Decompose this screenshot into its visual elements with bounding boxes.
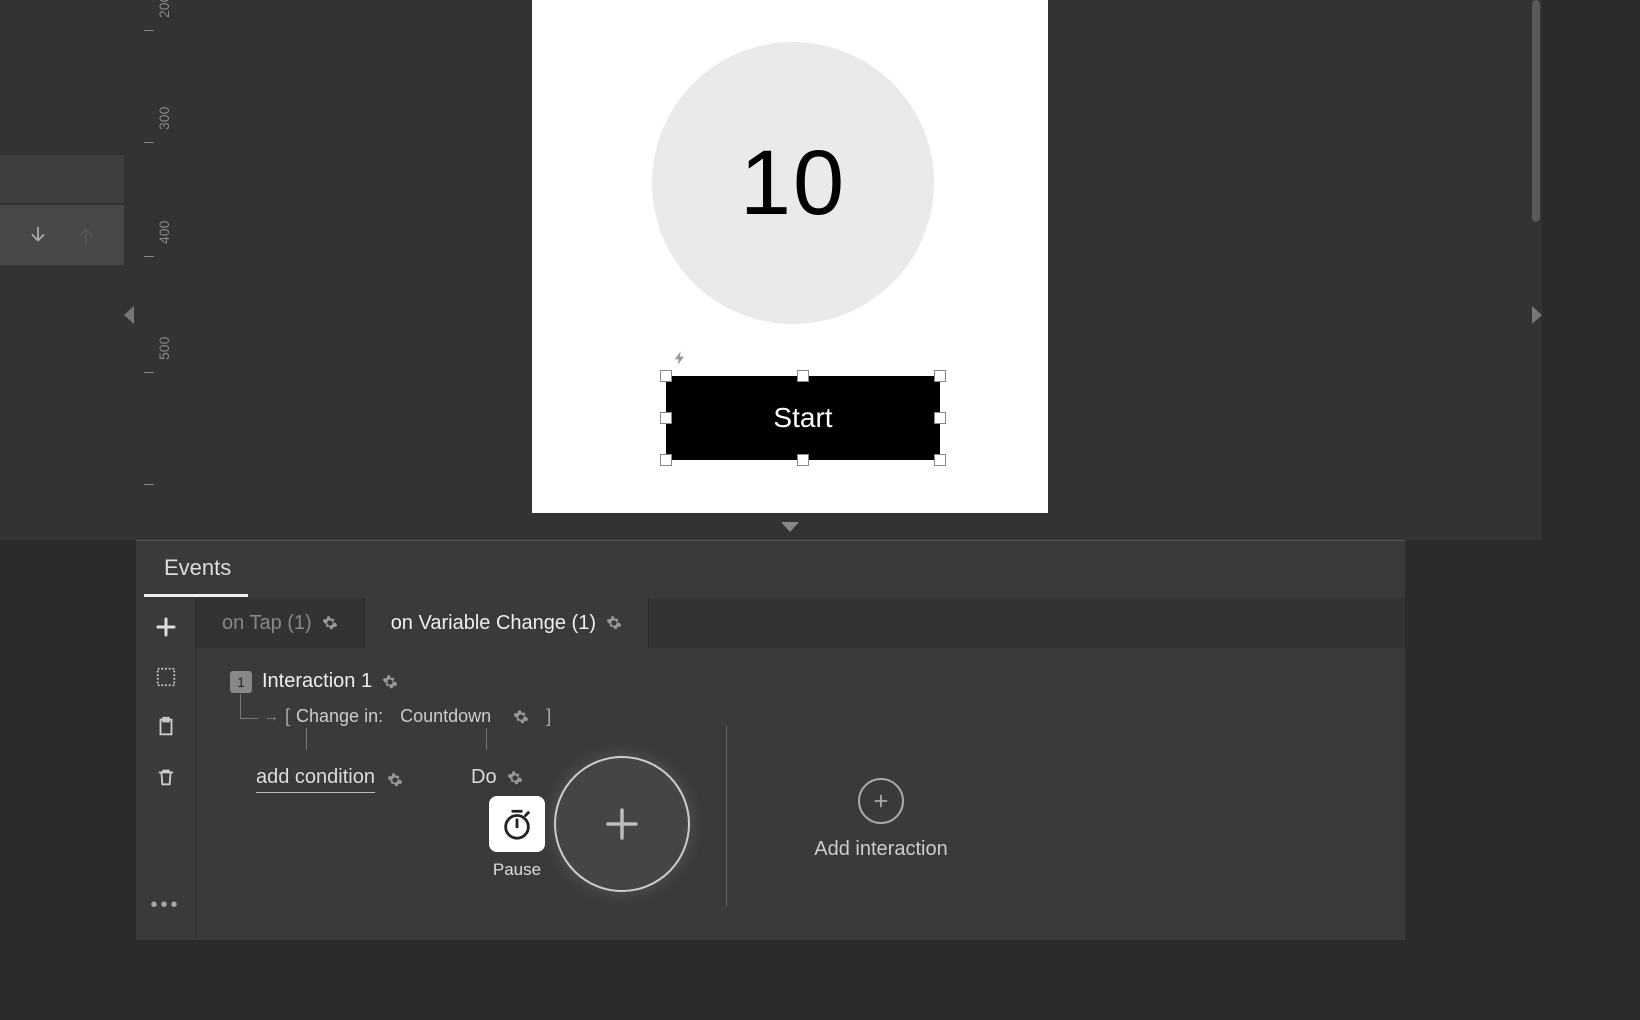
- workarea-divider: [726, 726, 727, 906]
- tree-line: [240, 718, 258, 719]
- selection-handle[interactable]: [934, 412, 946, 424]
- action-pause[interactable]: Pause: [486, 796, 548, 880]
- interaction-name: Interaction 1: [262, 670, 372, 693]
- start-button-selection[interactable]: Start: [666, 376, 940, 460]
- events-panel-header[interactable]: Events: [136, 540, 1405, 594]
- canvas-nav-left-icon[interactable]: [124, 306, 134, 324]
- start-button-label: Start: [773, 402, 832, 434]
- canvas-nav-down-icon[interactable]: [781, 522, 799, 532]
- add-interaction-label: Add interaction: [771, 838, 991, 861]
- events-tab-underline: [144, 594, 248, 597]
- selection-handle[interactable]: [797, 454, 809, 466]
- ruler-tick: [144, 30, 154, 31]
- event-tabs: on Tap (1) on Variable Change (1): [196, 598, 1405, 648]
- sidebar-row-active[interactable]: [0, 155, 124, 203]
- ruler-vertical: 200 300 400 500: [130, 0, 170, 520]
- ruler-tick: [144, 372, 154, 373]
- ruler-tick-label: 300: [156, 107, 172, 130]
- layout-icon[interactable]: [153, 664, 179, 690]
- selection-handle[interactable]: [797, 370, 809, 382]
- selection-handle[interactable]: [934, 370, 946, 382]
- gear-icon[interactable]: [606, 615, 622, 631]
- counter-circle[interactable]: 10: [652, 42, 934, 324]
- ruler-tick: [144, 484, 154, 485]
- interaction-bolt-icon: [672, 348, 688, 374]
- ruler-tick-label: 400: [156, 221, 172, 244]
- sidebar-arrows-row: [0, 205, 124, 265]
- events-panel: Events ••• on Tap (1) on Variable Change…: [136, 540, 1405, 940]
- tree-line: [306, 728, 307, 750]
- gear-icon[interactable]: [387, 772, 403, 788]
- tree-line: [486, 728, 487, 750]
- action-pause-label: Pause: [486, 860, 548, 880]
- tab-label: on Variable Change (1): [391, 612, 596, 635]
- selection-handle[interactable]: [660, 370, 672, 382]
- do-label: Do: [471, 766, 497, 789]
- plus-circle-icon: [858, 778, 904, 824]
- ruler-tick-label: 200: [156, 0, 172, 18]
- ruler-tick: [144, 256, 154, 257]
- gear-icon[interactable]: [322, 615, 338, 631]
- bracket: ]: [546, 706, 551, 727]
- tree-line: [240, 694, 241, 718]
- add-condition-button[interactable]: add condition: [256, 766, 403, 793]
- gear-icon[interactable]: [382, 674, 398, 690]
- ruler-tick-label: 500: [156, 337, 172, 360]
- selection-handle[interactable]: [934, 454, 946, 466]
- plus-icon: [601, 803, 643, 845]
- gear-icon[interactable]: [513, 709, 529, 725]
- do-label-group: Do: [471, 766, 523, 789]
- interaction-number-badge: 1: [230, 671, 252, 693]
- arrow-down-icon[interactable]: [27, 224, 49, 246]
- counter-value: 10: [740, 131, 846, 236]
- selection-handle[interactable]: [660, 412, 672, 424]
- add-condition-label: add condition: [256, 766, 375, 793]
- tab-on-tap[interactable]: on Tap (1): [196, 598, 365, 648]
- trigger-prefix: Change in:: [296, 706, 383, 727]
- tab-label: on Tap (1): [222, 612, 312, 635]
- canvas-scrollbar[interactable]: [1532, 0, 1540, 222]
- more-icon[interactable]: •••: [153, 892, 179, 918]
- arrow-right-icon: →: [264, 708, 279, 725]
- stopwatch-icon: [489, 796, 545, 852]
- bracket: [: [285, 706, 290, 727]
- canvas-area[interactable]: 200 300 400 500 10 Start: [124, 0, 1542, 540]
- events-panel-title: Events: [164, 555, 231, 581]
- left-sidebar: [0, 0, 124, 540]
- trigger-row[interactable]: → [ Change in: Countdown ]: [264, 706, 551, 727]
- trigger-variable: Countdown: [400, 706, 491, 727]
- interaction-header[interactable]: 1 Interaction 1: [230, 670, 398, 693]
- artboard[interactable]: 10 Start: [532, 0, 1048, 513]
- clipboard-icon[interactable]: [153, 714, 179, 740]
- start-button[interactable]: Start: [666, 376, 940, 460]
- ruler-tick: [144, 142, 154, 143]
- add-event-button[interactable]: [153, 614, 179, 640]
- add-interaction-button[interactable]: Add interaction: [771, 778, 991, 861]
- add-action-button[interactable]: [554, 756, 690, 892]
- tab-on-variable-change[interactable]: on Variable Change (1): [365, 598, 649, 648]
- selection-handle[interactable]: [660, 454, 672, 466]
- gear-icon[interactable]: [507, 770, 523, 786]
- events-toolbar: •••: [136, 598, 196, 938]
- canvas-nav-right-icon[interactable]: [1532, 306, 1542, 324]
- event-workarea: 1 Interaction 1 → [ Change in: Countdown…: [196, 648, 1405, 940]
- arrow-up-icon[interactable]: [75, 224, 97, 246]
- trash-icon[interactable]: [153, 764, 179, 790]
